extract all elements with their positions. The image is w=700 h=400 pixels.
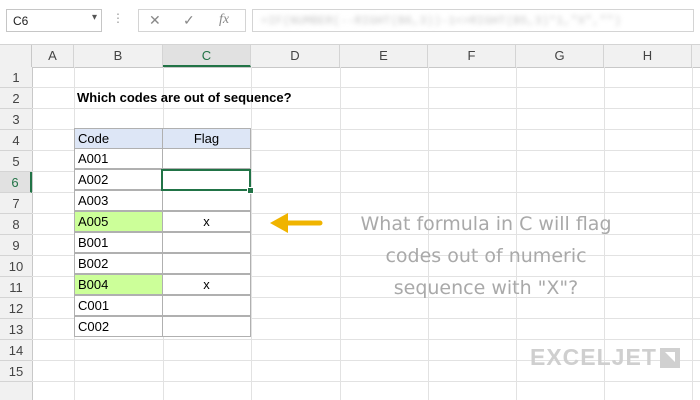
annotation-line-1: What formula in C will flag [360,213,612,235]
row-header-13[interactable]: 13 [0,319,32,340]
row-header-14[interactable]: 14 [0,340,32,361]
check-icon[interactable]: ✓ [183,12,195,29]
row-header-12[interactable]: 12 [0,298,32,319]
name-box[interactable]: C6 ▾ [6,9,102,32]
column-header-row: A B C D E F G H [0,45,700,68]
formula-bar: C6 ▾ ⋮ ✕ ✓ fx =IF(NUMBER(--RIGHT(B6,3))-… [0,0,700,45]
row-header-3[interactable]: 3 [0,109,32,130]
code-cell[interactable]: C002 [74,316,163,337]
chevron-down-icon[interactable]: ▾ [92,12,97,23]
exceljet-logo-icon [660,348,680,368]
flag-cell[interactable] [162,148,251,169]
column-header-c[interactable]: C [163,45,251,67]
flag-cell[interactable] [162,253,251,274]
formula-text: =IF(NUMBER(--RIGHT(B6,3))-1<>RIGHT(B5,3)… [261,14,622,28]
code-cell[interactable]: B001 [74,232,163,253]
column-header-g[interactable]: G [516,45,604,67]
flag-cell[interactable]: x [162,274,251,295]
dots-icon: ⋮ [112,11,124,25]
formula-input[interactable]: =IF(NUMBER(--RIGHT(B6,3))-1<>RIGHT(B5,3)… [252,9,694,32]
row-header-6[interactable]: 6 [0,172,32,193]
flag-cell[interactable] [162,232,251,253]
row-header-11[interactable]: 11 [0,277,32,298]
code-cell[interactable]: C001 [74,295,163,316]
exceljet-logo: EXCELJET [530,344,657,370]
row-header-2[interactable]: 2 [0,88,32,109]
column-header-e[interactable]: E [340,45,428,67]
cancel-icon[interactable]: ✕ [149,12,161,29]
flag-cell[interactable]: x [162,211,251,232]
row-header-15[interactable]: 15 [0,361,32,382]
row-header-5[interactable]: 5 [0,151,32,172]
column-header-d[interactable]: D [251,45,340,67]
annotation-line-2: codes out of numeric [385,245,587,267]
code-cell-highlighted[interactable]: B004 [74,274,163,295]
flag-cell[interactable] [162,295,251,316]
row-header-10[interactable]: 10 [0,256,32,277]
formula-controls: ✕ ✓ fx [138,9,246,32]
active-cell-selection[interactable] [161,169,251,191]
fx-icon[interactable]: fx [219,12,229,28]
code-cell[interactable]: A003 [74,190,163,211]
sheet-title: Which codes are out of sequence? [77,90,292,105]
flag-cell[interactable] [162,190,251,211]
row-header-column: 1 2 3 4 5 6 7 8 9 10 11 12 13 14 15 [0,67,33,400]
name-box-value: C6 [13,14,29,28]
flag-cell[interactable] [162,316,251,337]
column-header-b[interactable]: B [74,45,163,67]
code-cell[interactable]: A002 [74,169,163,190]
annotation-text: What formula in C will flag codes out of… [336,208,636,304]
column-header-f[interactable]: F [428,45,516,67]
code-cell[interactable]: B002 [74,253,163,274]
table-header-code[interactable]: Code [74,128,163,149]
row-header-1[interactable]: 1 [0,67,32,88]
fill-handle[interactable] [247,187,254,194]
row-header-7[interactable]: 7 [0,193,32,214]
code-cell-highlighted[interactable]: A005 [74,211,163,232]
select-all-corner[interactable] [0,45,32,67]
code-cell[interactable]: A001 [74,148,163,169]
row-header-4[interactable]: 4 [0,130,32,151]
column-header-h[interactable]: H [604,45,692,67]
arrow-left-icon [270,213,323,233]
table-header-flag[interactable]: Flag [162,128,251,149]
annotation-line-3: sequence with "X"? [393,277,579,299]
row-header-8[interactable]: 8 [0,214,32,235]
row-header-9[interactable]: 9 [0,235,32,256]
column-header-a[interactable]: A [32,45,74,67]
